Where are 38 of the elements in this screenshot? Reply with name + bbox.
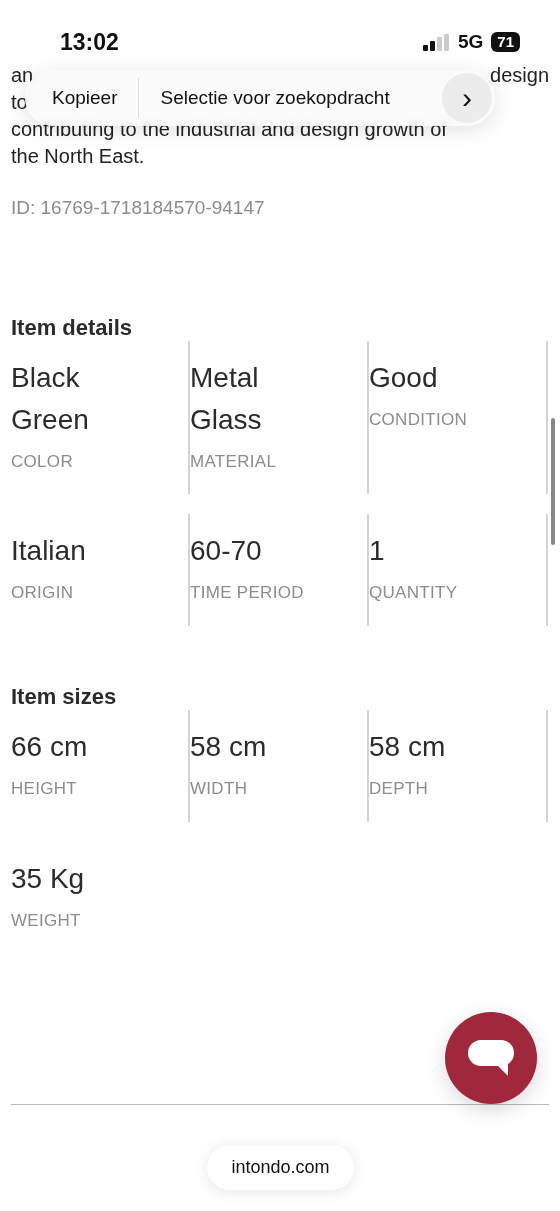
detail-value: Green: [11, 402, 90, 437]
detail-value: 1: [369, 534, 386, 569]
detail-label: WEIGHT: [11, 909, 82, 932]
url-bar[interactable]: intondo.com: [207, 1145, 354, 1190]
detail-label: ORIGIN: [11, 582, 75, 605]
signal-icon: [422, 33, 450, 51]
network-label: 5G: [457, 29, 484, 54]
description-text: the North East.: [11, 144, 145, 169]
detail-label: COLOR: [11, 450, 74, 473]
item-id: ID: 16769-1718184570-94147: [11, 196, 266, 220]
detail-value: 58 cm: [190, 730, 268, 765]
copy-menu-item[interactable]: Kopieer: [52, 83, 118, 113]
detail-label: WIDTH: [190, 778, 249, 801]
description-text: design: [490, 63, 549, 88]
section-heading: Item details: [11, 314, 134, 341]
detail-label: CONDITION: [369, 408, 469, 431]
detail-value: Good: [369, 360, 439, 395]
description-text: an: [11, 63, 34, 88]
section-heading: Item sizes: [11, 683, 118, 711]
detail-value: 58 cm: [369, 730, 447, 765]
status-time: 13:02: [60, 27, 119, 57]
detail-value: Black: [11, 360, 81, 395]
detail-value: Metal: [190, 360, 260, 395]
detail-value: Italian: [11, 534, 87, 569]
more-button[interactable]: ›: [442, 73, 492, 123]
description-text: to: [11, 90, 28, 115]
detail-label: QUANTITY: [369, 582, 459, 605]
detail-label: DEPTH: [369, 778, 430, 801]
detail-value: 60-70: [190, 534, 263, 569]
detail-value: 35 Kg: [11, 861, 86, 896]
detail-label: MATERIAL: [190, 450, 278, 473]
detail-value: Glass: [190, 402, 263, 437]
detail-label: TIME PERIOD: [190, 582, 305, 605]
chat-icon: [468, 1040, 514, 1076]
detail-value: 66 cm: [11, 730, 89, 765]
battery-indicator: 71: [491, 32, 520, 52]
detail-label: HEIGHT: [11, 778, 79, 801]
search-menu-item[interactable]: Selectie voor zoekopdracht: [160, 83, 390, 113]
